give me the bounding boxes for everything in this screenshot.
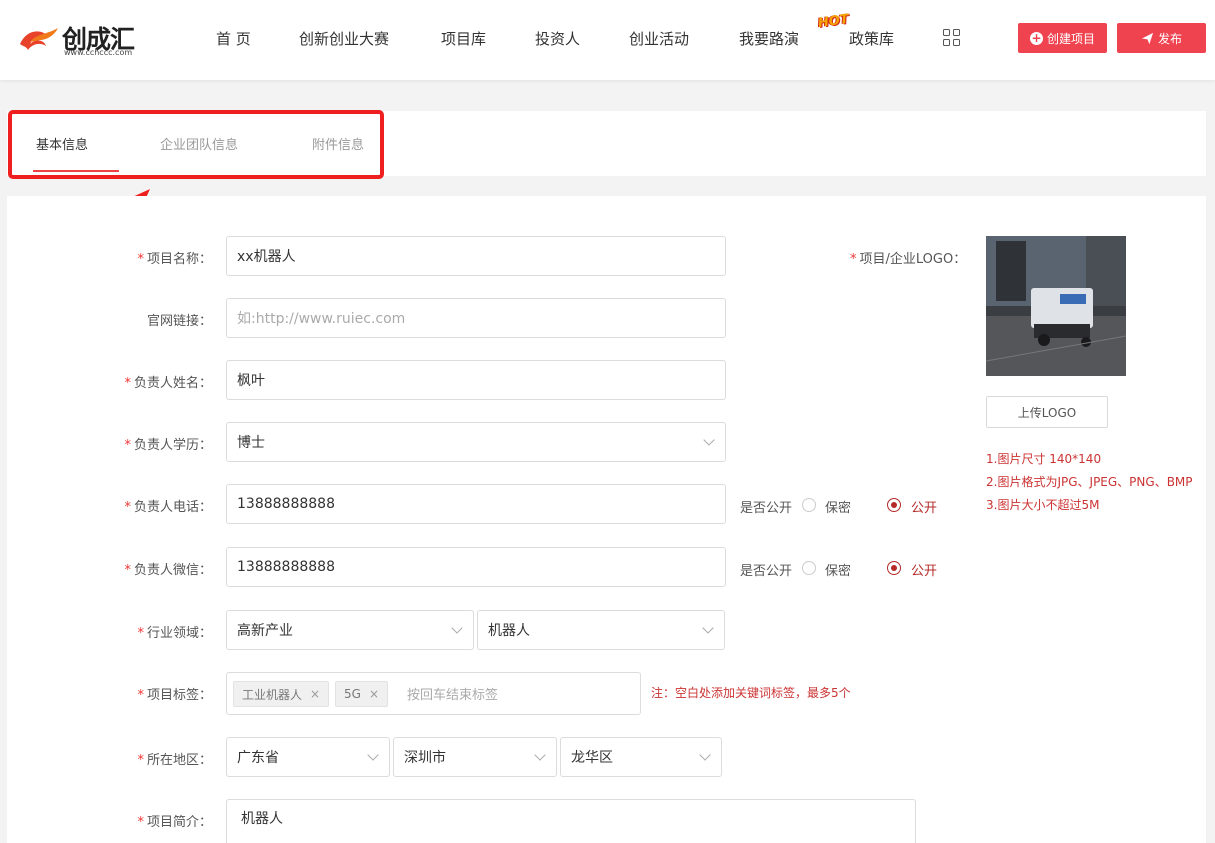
- industry-primary-value: 高新产业: [237, 623, 293, 639]
- owner-wechat-label: * 负责人微信：: [124, 563, 212, 578]
- website-input[interactable]: 如:http://www.ruiec.com: [226, 298, 726, 338]
- owner-edu-label: * 负责人学历：: [124, 438, 212, 453]
- logo-note-filesize: 3.图片大小不超过5M: [986, 498, 1100, 512]
- phone-private-label: 保密: [825, 501, 852, 516]
- phone-public-label: 公开: [911, 501, 938, 516]
- project-name-label: * 项目名称：: [137, 252, 212, 267]
- publish-label: 发布: [1157, 31, 1182, 46]
- create-project-button[interactable]: + 创建项目: [1018, 23, 1107, 53]
- tag-chip-label: 工业机器人: [242, 687, 303, 702]
- owner-phone-label: * 负责人电话：: [124, 500, 212, 515]
- paper-plane-icon: [1141, 32, 1154, 44]
- nav-policy[interactable]: 政策库: [849, 28, 894, 49]
- remove-tag-icon[interactable]: ×: [369, 687, 379, 701]
- chevron-down-icon: [451, 622, 463, 634]
- visibility-label: 是否公开: [740, 501, 793, 516]
- province-select[interactable]: 广东省: [226, 737, 390, 777]
- wechat-public-radio[interactable]: [887, 561, 901, 575]
- nav-competition[interactable]: 创新创业大赛: [299, 28, 389, 49]
- owner-edu-value: 博士: [237, 435, 265, 451]
- industry-label: * 行业领域：: [137, 626, 212, 641]
- nav-investors[interactable]: 投资人: [535, 28, 580, 49]
- logo-note-size: 1.图片尺寸 140*140: [986, 452, 1102, 466]
- phone-public-radio[interactable]: [887, 498, 901, 512]
- owner-phone-input[interactable]: 13888888888: [226, 484, 726, 524]
- wechat-private-label: 保密: [825, 564, 852, 579]
- owner-name-label: * 负责人姓名：: [124, 376, 212, 391]
- nav-projects[interactable]: 项目库: [441, 28, 486, 49]
- chevron-down-icon: [703, 434, 715, 446]
- nav-roadshow[interactable]: 我要路演: [739, 28, 799, 49]
- create-project-label: 创建项目: [1046, 31, 1095, 46]
- plus-circle-icon: +: [1029, 30, 1043, 45]
- tag-chip-label: 5G: [344, 687, 361, 701]
- intro-textarea[interactable]: 机器人: [226, 799, 916, 843]
- region-label: * 所在地区：: [137, 753, 212, 768]
- city-value: 深圳市: [404, 750, 446, 766]
- tags-note: 注：空白处添加关键词标签，最多5个: [651, 686, 851, 700]
- province-value: 广东省: [237, 750, 279, 766]
- hot-badge: HOT: [817, 11, 850, 32]
- visibility-label: 是否公开: [740, 564, 793, 579]
- upload-logo-button[interactable]: 上传LOGO: [986, 396, 1108, 428]
- phone-visibility-radio-group: 是否公开 保密 公开: [740, 497, 950, 516]
- annotation-highlight-box: [8, 110, 384, 179]
- chevron-down-icon: [367, 749, 379, 761]
- nav-events[interactable]: 创业活动: [629, 28, 689, 49]
- logo-note-format: 2.图片格式为JPG、JPEG、PNG、BMP: [986, 475, 1193, 489]
- project-logo-image: [986, 236, 1126, 376]
- chevron-down-icon: [702, 622, 714, 634]
- project-name-input[interactable]: xx机器人: [226, 236, 726, 276]
- site-header: 创成汇 www.cchccc.com 首 页 创新创业大赛 项目库 投资人 创业…: [0, 0, 1215, 80]
- intro-label: * 项目简介：: [137, 815, 212, 830]
- industry-secondary-select[interactable]: 机器人: [477, 610, 725, 650]
- tags-label: * 项目标签：: [137, 688, 212, 703]
- industry-secondary-value: 机器人: [488, 623, 530, 639]
- apps-grid-icon[interactable]: [943, 29, 961, 47]
- tag-chip: 5G ×: [335, 681, 388, 707]
- publish-button[interactable]: 发布: [1117, 23, 1206, 53]
- wechat-private-radio[interactable]: [802, 561, 816, 575]
- owner-edu-select[interactable]: 博士: [226, 422, 726, 462]
- remove-tag-icon[interactable]: ×: [310, 687, 320, 701]
- tag-chip: 工业机器人 ×: [233, 681, 330, 707]
- chevron-down-icon: [534, 749, 546, 761]
- site-logo[interactable]: 创成汇 www.cchccc.com: [18, 20, 138, 60]
- city-select[interactable]: 深圳市: [393, 737, 557, 777]
- phoenix-logo-icon: [20, 28, 58, 50]
- district-value: 龙华区: [571, 750, 613, 766]
- tags-input[interactable]: 工业机器人 × 5G × 按回车结束标签: [226, 672, 641, 715]
- tags-placeholder: 按回车结束标签: [407, 688, 499, 703]
- wechat-visibility-radio-group: 是否公开 保密 公开: [740, 560, 950, 579]
- district-select[interactable]: 龙华区: [560, 737, 722, 777]
- website-label: 官网链接：: [146, 314, 212, 329]
- wechat-public-label: 公开: [911, 564, 938, 579]
- brand-url: www.cchccc.com: [64, 48, 133, 57]
- phone-private-radio[interactable]: [802, 498, 816, 512]
- nav-home[interactable]: 首 页: [216, 28, 251, 49]
- industry-primary-select[interactable]: 高新产业: [226, 610, 474, 650]
- owner-name-input[interactable]: 枫叶: [226, 360, 726, 400]
- chevron-down-icon: [699, 749, 711, 761]
- logo-label: * 项目/企业LOGO：: [850, 252, 967, 267]
- owner-wechat-input[interactable]: 13888888888: [226, 547, 726, 587]
